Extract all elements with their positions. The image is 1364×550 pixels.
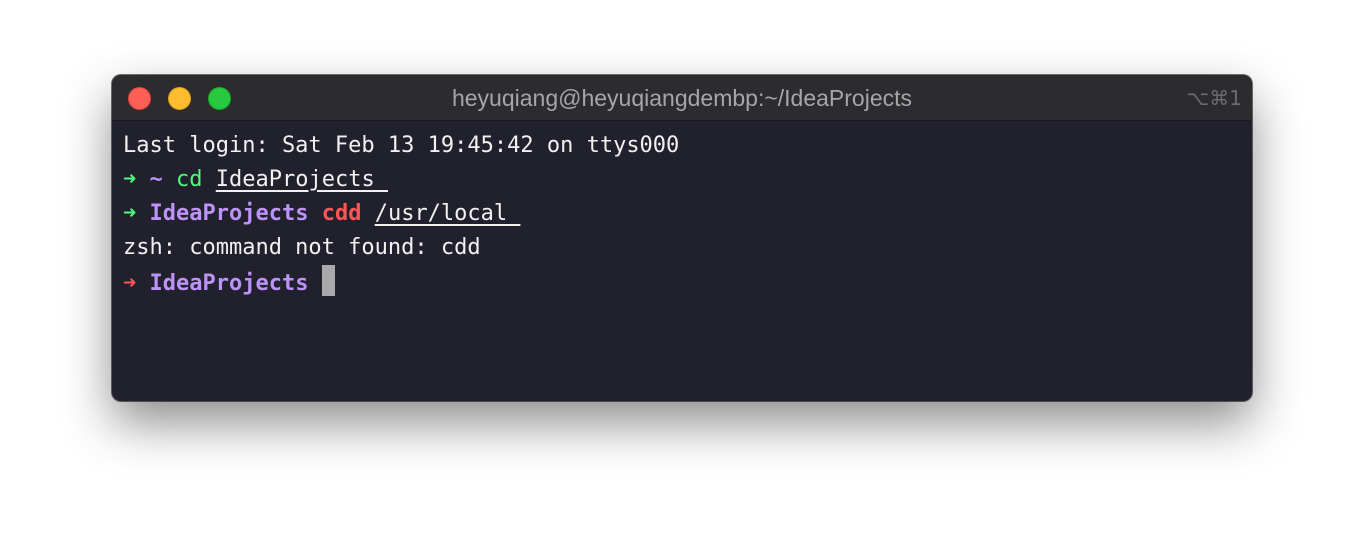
command: cdd [321, 201, 362, 226]
text-cursor[interactable] [321, 265, 335, 296]
prompt-arrow-icon: ➜ [123, 201, 137, 226]
command-argument: /usr/local [374, 201, 521, 226]
prompt-line: ➜ ~ cd IdeaProjects [123, 163, 1252, 197]
prompt-line: ➜ IdeaProjects cdd /usr/local [123, 197, 1252, 231]
active-prompt-line[interactable]: ➜ IdeaProjects [123, 265, 1252, 299]
error-line: zsh: command not found: cdd [123, 235, 481, 260]
login-line: Last login: Sat Feb 13 19:45:42 on ttys0… [123, 133, 680, 158]
prompt-arrow-icon: ➜ [123, 271, 137, 296]
terminal-output[interactable]: Last login: Sat Feb 13 19:45:42 on ttys0… [112, 121, 1252, 299]
prompt-directory: IdeaProjects [149, 201, 309, 226]
prompt-directory: IdeaProjects [149, 271, 309, 296]
window-shortcut: ⌥⌘1 [1186, 86, 1242, 110]
title-bar[interactable]: heyuqiang@heyuqiangdembp:~/IdeaProjects … [112, 75, 1252, 121]
command: cd [176, 167, 203, 192]
terminal-window: heyuqiang@heyuqiangdembp:~/IdeaProjects … [112, 75, 1252, 401]
window-title: heyuqiang@heyuqiangdembp:~/IdeaProjects [451, 85, 913, 111]
prompt-arrow-icon: ➜ [123, 167, 137, 192]
command-argument: IdeaProjects [215, 167, 388, 192]
prompt-directory: ~ [149, 167, 163, 192]
